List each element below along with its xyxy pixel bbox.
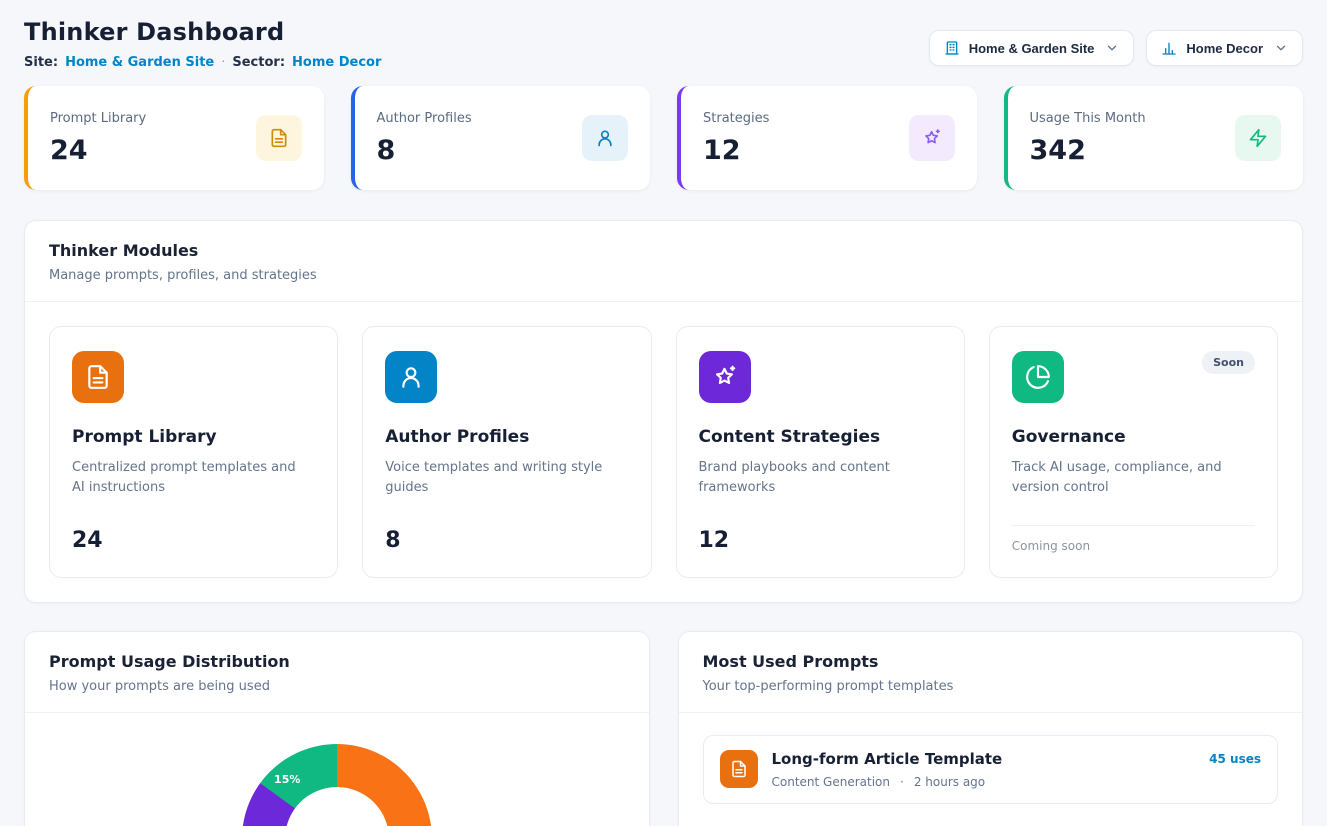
- sparkle-star-icon: [699, 351, 751, 403]
- site-selector-dropdown[interactable]: Home & Garden Site: [929, 30, 1135, 66]
- user-icon: [582, 115, 628, 161]
- usage-card-title: Prompt Usage Distribution: [49, 652, 625, 671]
- stat-label: Usage This Month: [1030, 111, 1146, 126]
- stat-value: 24: [50, 135, 146, 166]
- sparkle-star-icon: [909, 115, 955, 161]
- site-link[interactable]: Home & Garden Site: [65, 55, 214, 70]
- stat-value: 8: [377, 135, 472, 166]
- header-selectors: Home & Garden Site Home Decor: [929, 30, 1303, 66]
- modules-grid: Prompt Library Centralized prompt templa…: [25, 302, 1302, 602]
- stats-row: Prompt Library 24 Author Profiles 8 Stra…: [24, 86, 1303, 190]
- module-card-governance: Soon Governance Track AI usage, complian…: [989, 326, 1278, 578]
- sector-selector-dropdown[interactable]: Home Decor: [1146, 30, 1303, 66]
- sector-link[interactable]: Home Decor: [292, 55, 381, 70]
- module-card-prompt-library[interactable]: Prompt Library Centralized prompt templa…: [49, 326, 338, 578]
- module-description: Track AI usage, compliance, and version …: [1012, 458, 1255, 497]
- coming-soon-text: Coming soon: [1012, 525, 1255, 553]
- prompt-list-item[interactable]: Long-form Article Template Content Gener…: [703, 735, 1279, 804]
- stat-value: 342: [1030, 135, 1146, 166]
- usage-card-header: Prompt Usage Distribution How your promp…: [25, 632, 649, 713]
- stat-label: Prompt Library: [50, 111, 146, 126]
- stat-value: 12: [703, 135, 769, 166]
- modules-panel-header: Thinker Modules Manage prompts, profiles…: [25, 221, 1302, 302]
- module-count: 24: [72, 528, 315, 553]
- page-header: Thinker Dashboard Site: Home & Garden Si…: [24, 18, 1303, 70]
- prompt-time: 2 hours ago: [914, 775, 985, 789]
- prompt-uses-badge: 45 uses: [1209, 752, 1261, 766]
- sector-selector-label: Home Decor: [1186, 41, 1263, 56]
- stat-card-prompt-library: Prompt Library 24: [24, 86, 324, 190]
- stat-label: Strategies: [703, 111, 769, 126]
- usage-donut-chart: 15%: [242, 744, 432, 826]
- usage-chart-area: 15%: [25, 713, 649, 826]
- usage-card-subtitle: How your prompts are being used: [49, 679, 625, 694]
- pie-chart-icon: [1012, 351, 1064, 403]
- document-icon: [256, 115, 302, 161]
- building-icon: [944, 40, 960, 56]
- breadcrumb-dot: ·: [221, 55, 225, 70]
- module-title: Prompt Library: [72, 427, 315, 447]
- page-title: Thinker Dashboard: [24, 18, 381, 46]
- chevron-down-icon: [1105, 41, 1119, 55]
- most-used-subtitle: Your top-performing prompt templates: [703, 679, 1279, 694]
- module-card-content-strategies[interactable]: Content Strategies Brand playbooks and c…: [676, 326, 965, 578]
- module-title: Governance: [1012, 427, 1255, 447]
- modules-subtitle: Manage prompts, profiles, and strategies: [49, 268, 1278, 283]
- module-count: 8: [385, 528, 628, 553]
- most-used-header: Most Used Prompts Your top-performing pr…: [679, 632, 1303, 713]
- prompt-title: Long-form Article Template: [772, 750, 1196, 768]
- bar-chart-icon: [1161, 40, 1177, 56]
- header-left: Thinker Dashboard Site: Home & Garden Si…: [24, 18, 381, 70]
- module-title: Author Profiles: [385, 427, 628, 447]
- prompt-list: Long-form Article Template Content Gener…: [679, 713, 1303, 826]
- stat-label: Author Profiles: [377, 111, 472, 126]
- module-description: Voice templates and writing style guides: [385, 458, 628, 497]
- breadcrumb: Site: Home & Garden Site · Sector: Home …: [24, 55, 381, 70]
- module-title: Content Strategies: [699, 427, 942, 447]
- module-description: Brand playbooks and content frameworks: [699, 458, 942, 497]
- prompt-category: Content Generation: [772, 775, 890, 789]
- stat-card-usage: Usage This Month 342: [1004, 86, 1304, 190]
- most-used-prompts-card: Most Used Prompts Your top-performing pr…: [678, 631, 1304, 826]
- modules-title: Thinker Modules: [49, 241, 1278, 260]
- most-used-title: Most Used Prompts: [703, 652, 1279, 671]
- stat-card-author-profiles: Author Profiles 8: [351, 86, 651, 190]
- lightning-icon: [1235, 115, 1281, 161]
- site-selector-label: Home & Garden Site: [969, 41, 1095, 56]
- bottom-row: Prompt Usage Distribution How your promp…: [24, 631, 1303, 826]
- thinker-modules-panel: Thinker Modules Manage prompts, profiles…: [24, 220, 1303, 603]
- sector-label: Sector:: [232, 55, 285, 70]
- module-card-author-profiles[interactable]: Author Profiles Voice templates and writ…: [362, 326, 651, 578]
- meta-dot: ·: [900, 775, 904, 789]
- prompt-meta: Content Generation · 2 hours ago: [772, 775, 1196, 789]
- site-label: Site:: [24, 55, 58, 70]
- donut-segment-label: 15%: [274, 773, 300, 786]
- user-icon: [385, 351, 437, 403]
- prompt-usage-card: Prompt Usage Distribution How your promp…: [24, 631, 650, 826]
- stat-card-strategies: Strategies 12: [677, 86, 977, 190]
- document-icon: [72, 351, 124, 403]
- soon-badge: Soon: [1202, 351, 1255, 374]
- chevron-down-icon: [1274, 41, 1288, 55]
- module-count: 12: [699, 528, 942, 553]
- module-description: Centralized prompt templates and AI inst…: [72, 458, 315, 497]
- document-icon: [720, 750, 758, 788]
- dashboard-page: Thinker Dashboard Site: Home & Garden Si…: [0, 0, 1327, 826]
